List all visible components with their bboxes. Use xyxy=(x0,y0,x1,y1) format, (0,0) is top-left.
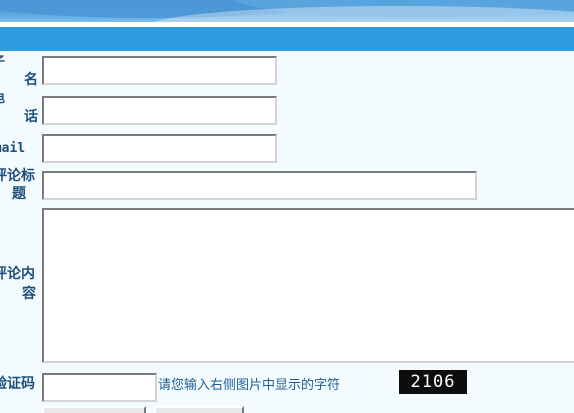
email-input[interactable] xyxy=(42,134,277,163)
comment-form-page: 子 名 电 话 Email 评论标 题 评论内 容 验证码 请您输入右侧图片中显… xyxy=(0,0,574,413)
header-banner xyxy=(0,0,574,22)
reset-button[interactable] xyxy=(154,406,244,413)
captcha-label: 验证码 xyxy=(0,376,35,392)
captcha-hint: 请您输入右侧图片中显示的字符 xyxy=(158,378,341,393)
name-label-fragment: 子 xyxy=(0,52,5,70)
email-label: Email xyxy=(0,141,26,156)
form-title-bar xyxy=(0,27,574,51)
phone-label: 话 xyxy=(24,109,38,125)
content-label: 评论内 xyxy=(0,266,35,282)
comment-title-input[interactable] xyxy=(42,171,477,200)
captcha-input[interactable] xyxy=(42,373,157,402)
name-input[interactable] xyxy=(42,56,277,85)
title-label-line2: 题 xyxy=(12,186,26,202)
captcha-image: 2106 xyxy=(399,370,467,394)
title-label: 评论标 xyxy=(0,168,35,184)
submit-button[interactable] xyxy=(42,406,146,413)
comment-content-textarea[interactable] xyxy=(42,208,574,363)
name-label: 名 xyxy=(24,72,38,88)
phone-input[interactable] xyxy=(42,96,277,125)
phone-label-fragment: 电 xyxy=(0,89,5,107)
content-label-line2: 容 xyxy=(22,286,36,302)
